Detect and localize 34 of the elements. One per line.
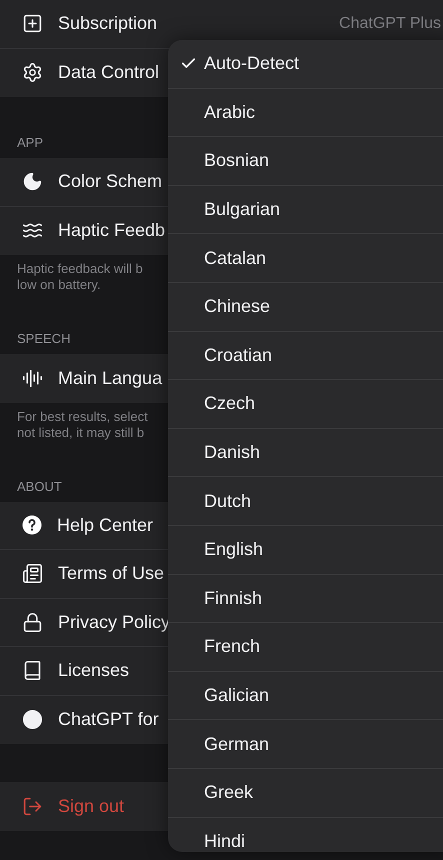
menu-item-label: Bosnian [204, 150, 270, 172]
row-label: Main Langua [58, 368, 162, 389]
menu-item-label: Czech [204, 393, 256, 414]
menu-item-label: Galician [204, 685, 270, 706]
section-header: ABOUT [17, 478, 62, 494]
menu-item-label: French [204, 636, 260, 658]
section-header: SPEECH [17, 331, 70, 346]
row-label: Data Control [58, 62, 160, 84]
section-footer: For best results, select not listed, it may still b [17, 408, 148, 440]
menu-item-label: German [204, 734, 270, 755]
menu-item-label: Chinese [204, 296, 270, 318]
menu-item-label: Dutch [204, 490, 252, 512]
menu-item-label: Greek [204, 782, 254, 804]
row-value: ChatGPT Plus [339, 14, 441, 33]
menu-item-label: English [204, 539, 264, 560]
menu-item-label: Bulgarian [204, 199, 280, 220]
row-label: Color Schem [58, 171, 162, 192]
row-label: Haptic Feedb [58, 220, 166, 242]
row-label: Terms of Use [58, 563, 164, 584]
menu-item-label: Croatian [204, 344, 272, 366]
menu-item-label: Danish [204, 442, 260, 464]
row-label: Sign out [58, 796, 124, 817]
row-label: Subscription [58, 13, 158, 34]
row-label: Licenses [58, 660, 130, 682]
menu-item-label: Arabic [204, 102, 256, 123]
section-header: APP [17, 135, 44, 150]
menu-item-label: Catalan [204, 248, 266, 269]
row-label: ChatGPT for [58, 709, 159, 730]
row-label: Help Center [57, 514, 154, 536]
row-label: Privacy Policy [58, 612, 170, 633]
menu-item-label: Hindi [204, 830, 246, 852]
menu-item-label: Finnish [204, 588, 262, 609]
menu-item-label: Auto-Detect [204, 53, 300, 74]
section-footer: Haptic feedback will b low on battery. [17, 261, 143, 293]
